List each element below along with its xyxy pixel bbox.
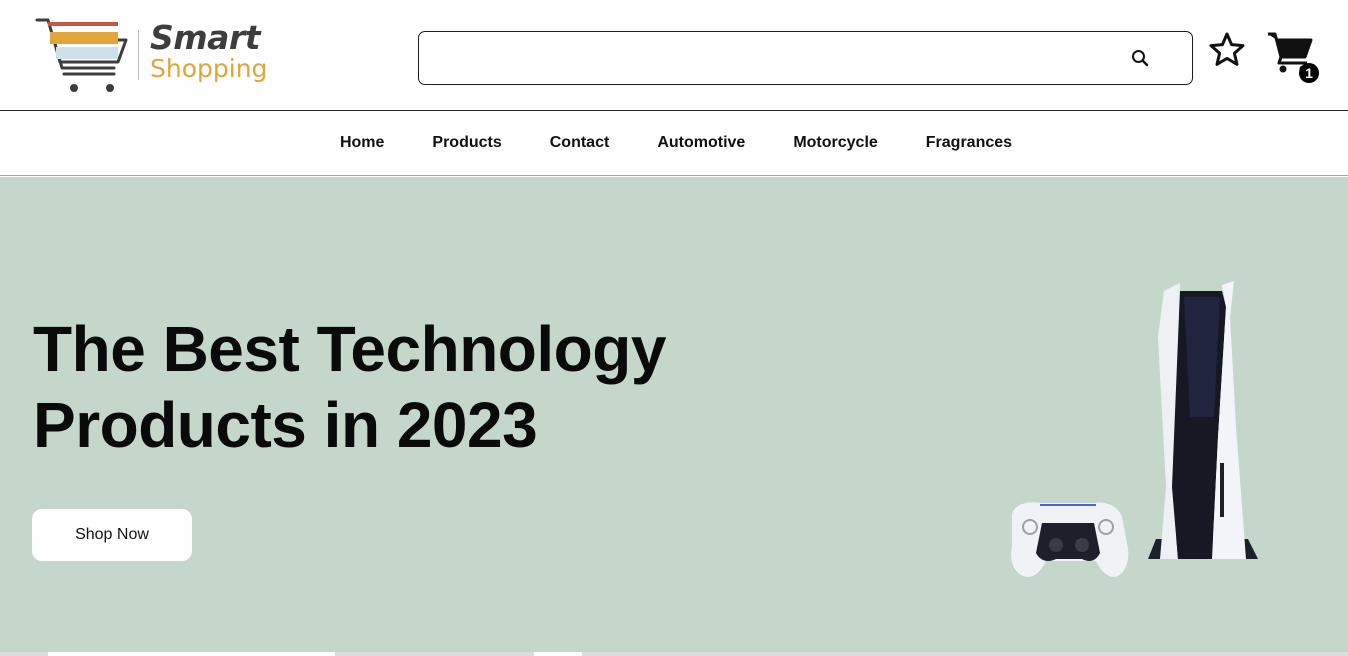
logo-text-shopping: Shopping bbox=[150, 54, 268, 83]
star-icon bbox=[1209, 32, 1245, 66]
nav-item-motorcycle[interactable]: Motorcycle bbox=[793, 134, 877, 152]
logo-divider bbox=[138, 30, 139, 80]
hero-title-line-2: Products in 2023 bbox=[33, 389, 538, 461]
nav-item-products[interactable]: Products bbox=[432, 134, 501, 152]
nav-item-contact[interactable]: Contact bbox=[550, 134, 610, 152]
hero-banner: The Best Technology Products in 2023 Sho… bbox=[0, 177, 1348, 652]
bottom-strip-segment bbox=[48, 652, 335, 656]
search-input[interactable] bbox=[431, 42, 1111, 74]
site-header: Smart Shopping 1 bbox=[0, 0, 1348, 111]
search-bar bbox=[418, 31, 1193, 85]
hero-title-line-1: The Best Technology bbox=[33, 313, 666, 385]
cart-count-badge: 1 bbox=[1299, 63, 1319, 83]
nav-item-home[interactable]: Home bbox=[340, 134, 384, 152]
nav-item-automotive[interactable]: Automotive bbox=[657, 134, 745, 152]
shop-now-button[interactable]: Shop Now bbox=[32, 509, 192, 561]
bottom-strip-segment bbox=[534, 652, 582, 656]
shopping-cart-logo-icon bbox=[35, 18, 128, 92]
game-console-image bbox=[1011, 281, 1258, 577]
site-logo[interactable]: Smart Shopping bbox=[34, 16, 284, 94]
favorites-button[interactable] bbox=[1208, 31, 1246, 69]
search-button[interactable] bbox=[1127, 45, 1153, 71]
logo-text-smart: Smart bbox=[150, 18, 260, 57]
main-navigation: Home Products Contact Automotive Motorcy… bbox=[0, 111, 1348, 176]
search-icon bbox=[1132, 50, 1149, 67]
hero-title: The Best Technology Products in 2023 bbox=[33, 311, 793, 463]
nav-item-fragrances[interactable]: Fragrances bbox=[926, 134, 1012, 152]
